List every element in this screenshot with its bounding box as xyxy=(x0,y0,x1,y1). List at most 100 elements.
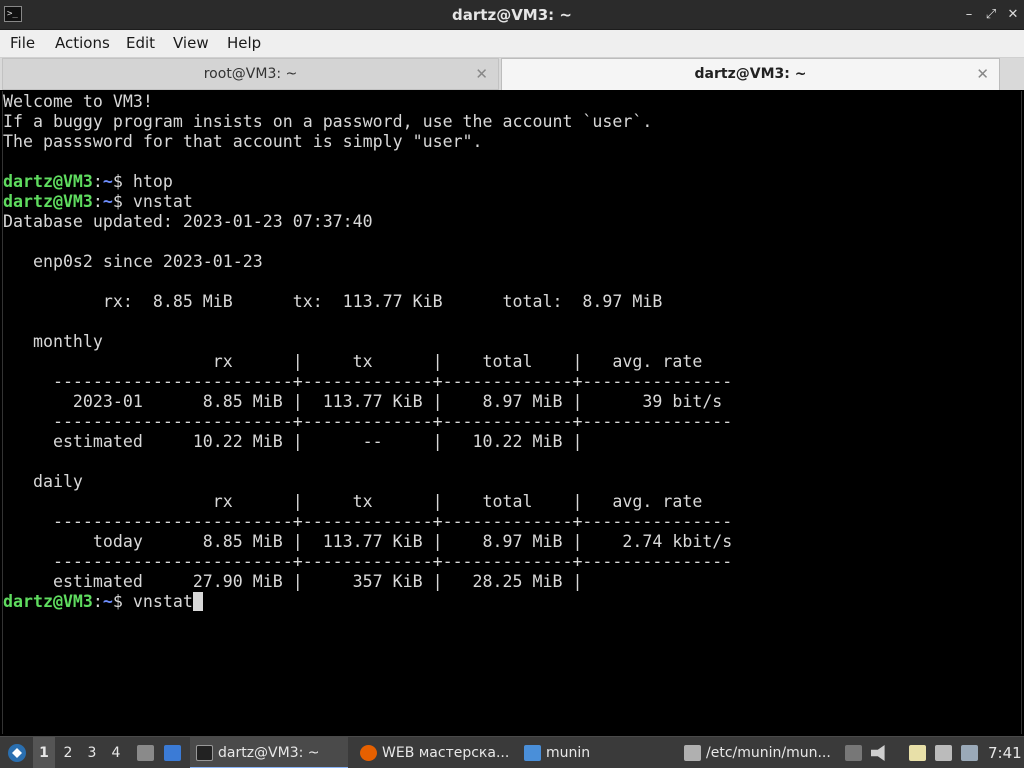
terminal-line: rx | tx | total | avg. rate xyxy=(3,352,1023,372)
workspace-2[interactable]: 2 xyxy=(57,737,79,768)
distro-logo-icon xyxy=(8,744,26,762)
line-text: If a buggy program insists on a password… xyxy=(3,112,653,131)
prompt-separator: : xyxy=(92,192,103,211)
line-text: Database updated: 2023-01-23 07:37:40 xyxy=(3,212,373,231)
tab-label: root@VM3: ~ xyxy=(203,66,298,82)
network-icon xyxy=(935,745,952,761)
task-scroll-button[interactable] xyxy=(842,737,864,768)
terminal-line: estimated 10.22 MiB | -- | 10.22 MiB | xyxy=(3,432,1023,452)
clock[interactable]: 7:41 xyxy=(988,737,1022,768)
tab-root[interactable]: root@VM3: ~ ✕ xyxy=(2,58,499,90)
text-editor-icon xyxy=(684,745,701,761)
notification-icon xyxy=(961,745,978,761)
task-firefox[interactable]: WEB мастерска... xyxy=(354,737,514,768)
terminal-view[interactable]: Welcome to VM3! If a buggy program insist… xyxy=(2,91,1022,734)
menu-help[interactable]: Help xyxy=(227,30,261,58)
terminal-line: today 8.85 MiB | 113.77 KiB | 8.97 MiB |… xyxy=(3,532,1023,552)
tab-close-icon[interactable]: ✕ xyxy=(475,59,488,89)
tab-close-icon[interactable]: ✕ xyxy=(976,59,989,89)
notifications-button[interactable] xyxy=(958,737,982,768)
scroll-arrows-icon xyxy=(845,745,862,761)
task-editor[interactable]: /etc/munin/mun... xyxy=(678,737,838,768)
terminal-output: Welcome to VM3! If a buggy program insist… xyxy=(3,92,1023,612)
terminal-line: ------------------------+-------------+-… xyxy=(3,372,1023,392)
terminal-line: ------------------------+-------------+-… xyxy=(3,412,1023,432)
line-text: $ vnstat xyxy=(112,592,193,611)
task-label: munin xyxy=(546,745,591,761)
clipboard-button[interactable] xyxy=(906,737,930,768)
prompt-separator: : xyxy=(92,172,103,191)
task-label: WEB мастерска... xyxy=(382,745,510,761)
prompt-user: dartz@VM3 xyxy=(3,172,93,191)
tab-label: dartz@VM3: ~ xyxy=(694,66,807,82)
terminal-line: The passsword for that account is simply… xyxy=(3,132,1023,152)
terminal-line: ------------------------+-------------+-… xyxy=(3,552,1023,572)
line-text: $ htop xyxy=(112,172,173,191)
volume-button[interactable] xyxy=(868,737,892,768)
desktop-icon xyxy=(137,745,154,761)
menu-actions[interactable]: Actions xyxy=(55,30,110,58)
line-text: 2023-01 8.85 MiB | 113.77 KiB | 8.97 MiB… xyxy=(3,392,723,411)
line-text: monthly xyxy=(3,332,103,351)
line-text: ------------------------+-------------+-… xyxy=(3,512,733,531)
maximize-button[interactable]: ⤢ xyxy=(982,6,1000,24)
workspace-1[interactable]: 1 xyxy=(33,737,55,768)
minimize-button[interactable]: – xyxy=(960,6,978,24)
file-manager-launcher[interactable] xyxy=(160,737,186,768)
terminal-line: estimated 27.90 MiB | 357 KiB | 28.25 Mi… xyxy=(3,572,1023,592)
line-text: ------------------------+-------------+-… xyxy=(3,372,733,391)
window-title: dartz@VM3: ~ xyxy=(452,6,572,24)
line-text: The passsword for that account is simply… xyxy=(3,132,483,151)
terminal-line: If a buggy program insists on a password… xyxy=(3,112,1023,132)
task-folder[interactable]: munin xyxy=(518,737,674,768)
line-text: today 8.85 MiB | 113.77 KiB | 8.97 MiB |… xyxy=(3,532,733,551)
line-text: rx | tx | total | avg. rate xyxy=(3,352,703,371)
terminal-line: dartz@VM3:~$ vnstat xyxy=(3,192,1023,212)
start-menu-button[interactable] xyxy=(4,737,28,768)
menu-file[interactable]: File xyxy=(10,30,35,58)
tab-dartz[interactable]: dartz@VM3: ~ ✕ xyxy=(501,58,1000,90)
menu-edit[interactable]: Edit xyxy=(126,30,155,58)
prompt-path: ~ xyxy=(102,592,113,611)
prompt-separator: : xyxy=(92,592,103,611)
task-label: /etc/munin/mun... xyxy=(706,745,831,761)
close-button[interactable]: ✕ xyxy=(1004,6,1022,24)
line-text: $ vnstat xyxy=(112,192,193,211)
prompt-path: ~ xyxy=(102,172,113,191)
line-text: daily xyxy=(3,472,83,491)
window-icon xyxy=(164,745,181,761)
workspace-4[interactable]: 4 xyxy=(105,737,127,768)
task-label: dartz@VM3: ~ xyxy=(218,745,320,761)
line-text: enp0s2 since 2023-01-23 xyxy=(3,252,263,271)
terminal-line: dartz@VM3:~$ htop xyxy=(3,172,1023,192)
line-text: rx | tx | total | avg. rate xyxy=(3,492,703,511)
terminal-icon xyxy=(196,745,213,761)
network-button[interactable] xyxy=(932,737,956,768)
terminal-line: Welcome to VM3! xyxy=(3,92,1023,112)
prompt-user: dartz@VM3 xyxy=(3,192,93,211)
terminal-line: rx | tx | total | avg. rate xyxy=(3,492,1023,512)
terminal-line: dartz@VM3:~$ vnstat xyxy=(3,592,1023,612)
line-text: rx: 8.85 MiB tx: 113.77 KiB total: 8.97 … xyxy=(3,292,663,311)
window-titlebar[interactable]: >_ dartz@VM3: ~ – ⤢ ✕ xyxy=(0,0,1024,30)
terminal-line: 2023-01 8.85 MiB | 113.77 KiB | 8.97 MiB… xyxy=(3,392,1023,412)
speaker-icon xyxy=(871,745,885,761)
menu-view[interactable]: View xyxy=(173,30,209,58)
task-terminal[interactable]: dartz@VM3: ~ xyxy=(190,737,348,768)
show-desktop-button[interactable] xyxy=(134,737,158,768)
workspace-3[interactable]: 3 xyxy=(81,737,103,768)
prompt-path: ~ xyxy=(102,192,113,211)
folder-icon xyxy=(524,745,541,761)
line-text: ------------------------+-------------+-… xyxy=(3,552,733,571)
line-text: ------------------------+-------------+-… xyxy=(3,412,733,431)
terminal-line: enp0s2 since 2023-01-23 xyxy=(3,252,1023,272)
text-cursor xyxy=(192,592,203,611)
terminal-line: ------------------------+-------------+-… xyxy=(3,512,1023,532)
terminal-line: rx: 8.85 MiB tx: 113.77 KiB total: 8.97 … xyxy=(3,292,1023,312)
menu-bar: File Actions Edit View Help xyxy=(0,30,1024,58)
